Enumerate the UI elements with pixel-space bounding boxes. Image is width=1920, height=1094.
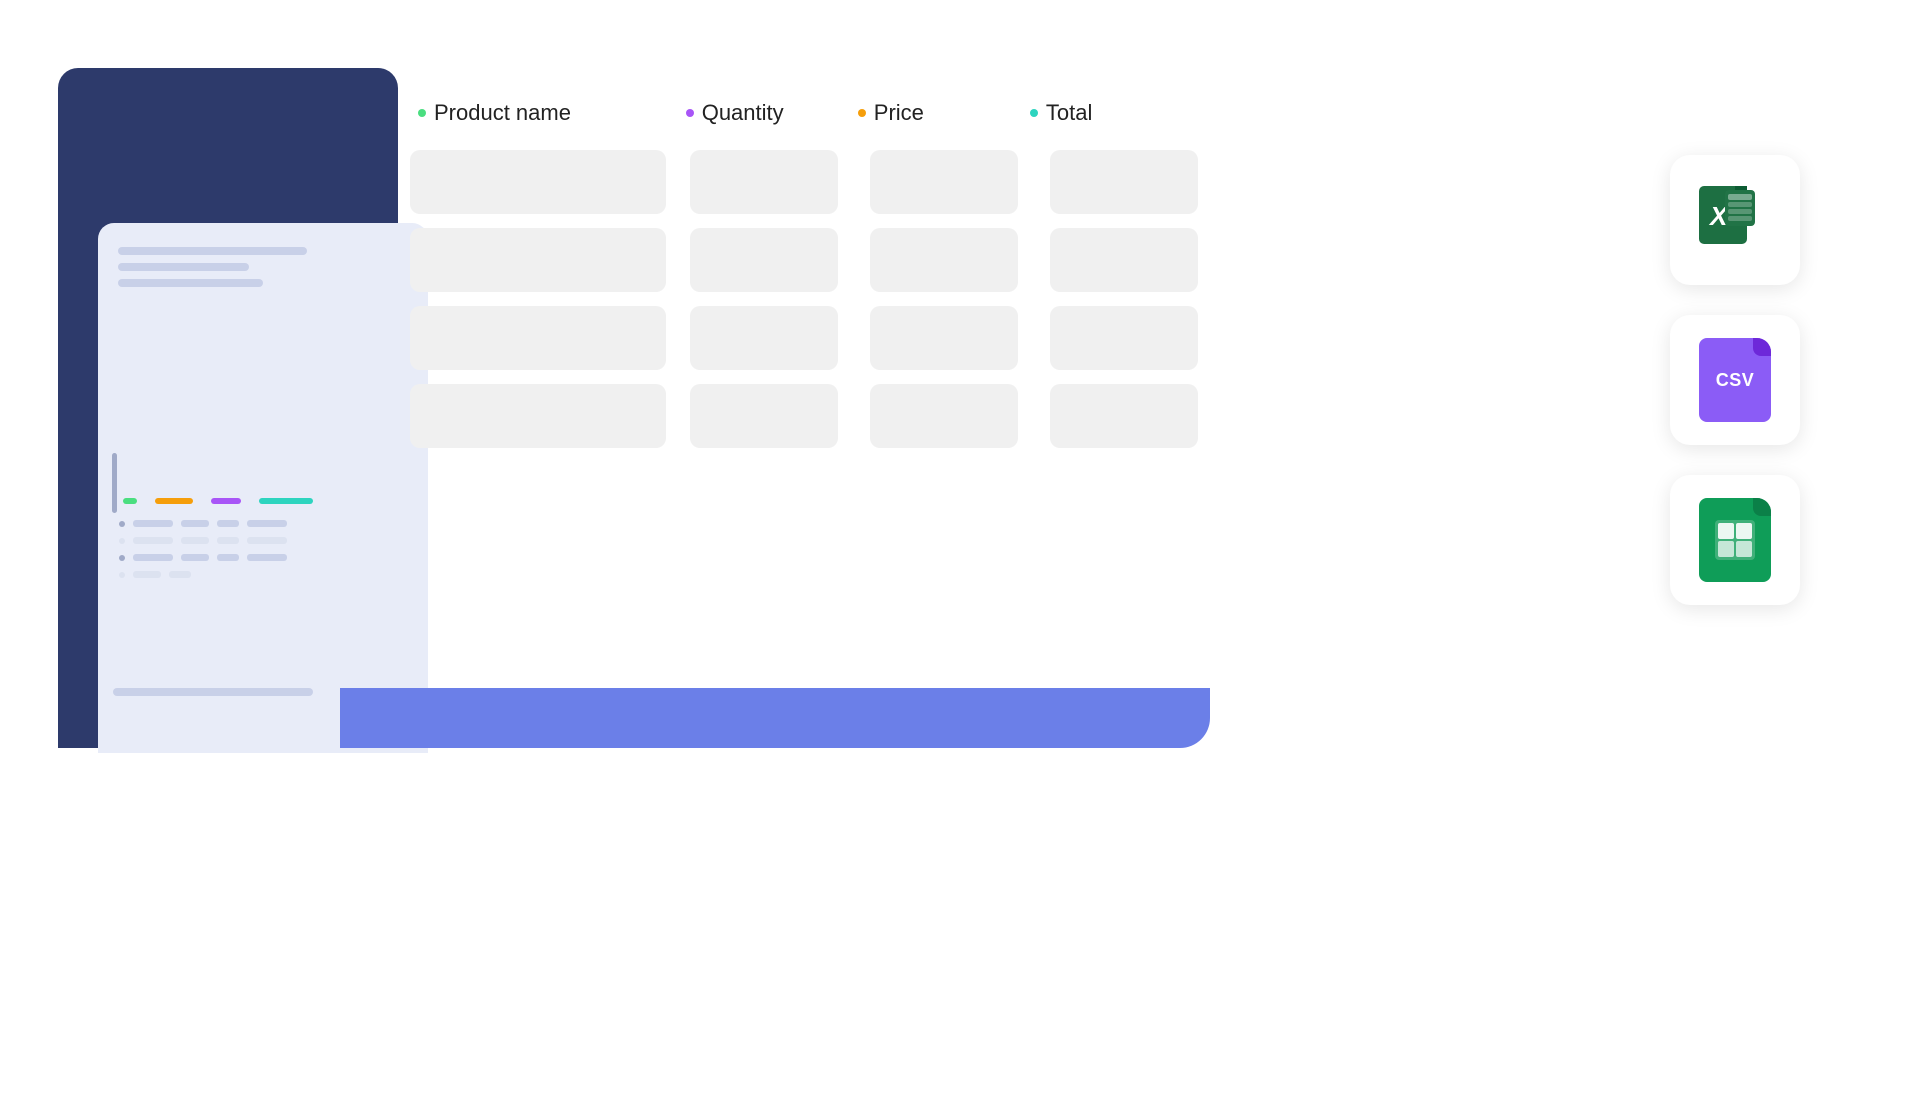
table-cell-total bbox=[1050, 150, 1198, 214]
table-cell-product bbox=[410, 228, 666, 292]
mini-row bbox=[119, 554, 402, 561]
color-bars-row bbox=[113, 498, 408, 504]
mini-row bbox=[119, 537, 402, 544]
mini-dot bbox=[119, 521, 125, 527]
table-cell-quantity bbox=[690, 384, 838, 448]
mini-cell bbox=[217, 554, 239, 561]
sheets-grid bbox=[1715, 520, 1755, 560]
column-label-total: Total bbox=[1046, 100, 1092, 126]
table-cell-quantity bbox=[690, 306, 838, 370]
mini-cell bbox=[181, 537, 209, 544]
table-cell-product bbox=[410, 384, 666, 448]
skeleton-line bbox=[118, 247, 307, 255]
mini-cell bbox=[169, 571, 191, 578]
mini-cell bbox=[181, 554, 209, 561]
mini-cell bbox=[133, 537, 173, 544]
grid-cell bbox=[1736, 523, 1752, 539]
mini-dot bbox=[119, 555, 125, 561]
table-row bbox=[410, 150, 1210, 214]
sheets-icon bbox=[1699, 498, 1771, 582]
mini-dot bbox=[119, 572, 125, 578]
skeleton-line bbox=[118, 279, 263, 287]
color-bar-green bbox=[123, 498, 137, 504]
light-panel-shape bbox=[98, 223, 428, 753]
header-dot-teal bbox=[1030, 109, 1038, 117]
table-cell-price bbox=[870, 228, 1018, 292]
mini-cell bbox=[133, 520, 173, 527]
excel-icon: X bbox=[1695, 180, 1775, 260]
table-body bbox=[410, 150, 1210, 448]
mini-cell bbox=[181, 520, 209, 527]
table-headers: Product name Quantity Price Total bbox=[410, 100, 1210, 126]
mini-cell bbox=[133, 571, 161, 578]
blue-accent-bar bbox=[340, 688, 1210, 748]
column-label-quantity: Quantity bbox=[702, 100, 784, 126]
grid-cell bbox=[1736, 541, 1752, 557]
csv-icon-text: CSV bbox=[1716, 370, 1755, 391]
mini-cell bbox=[247, 554, 287, 561]
skeleton-line bbox=[118, 263, 249, 271]
grid-cell bbox=[1718, 523, 1734, 539]
table-cell-quantity bbox=[690, 150, 838, 214]
mini-cell bbox=[133, 554, 173, 561]
table-cell-quantity bbox=[690, 228, 838, 292]
color-bar-purple bbox=[211, 498, 241, 504]
file-format-icons-panel: X CSV bbox=[1670, 155, 1800, 605]
color-bar-teal bbox=[259, 498, 313, 504]
side-accent-bar bbox=[112, 453, 117, 513]
color-bar-orange bbox=[155, 498, 193, 504]
table-cell-price bbox=[870, 306, 1018, 370]
csv-icon-card[interactable]: CSV bbox=[1670, 315, 1800, 445]
column-label-price: Price bbox=[874, 100, 924, 126]
mini-dot bbox=[119, 538, 125, 544]
table-cell-total bbox=[1050, 384, 1198, 448]
table-cell-price bbox=[870, 150, 1018, 214]
bottom-skeleton-bar bbox=[113, 688, 313, 696]
table-row bbox=[410, 228, 1210, 292]
sheets-icon-card[interactable] bbox=[1670, 475, 1800, 605]
table-cell-product bbox=[410, 306, 666, 370]
column-header-total: Total bbox=[1030, 100, 1202, 126]
csv-icon: CSV bbox=[1699, 338, 1771, 422]
mini-cell bbox=[247, 520, 287, 527]
table-cell-product bbox=[410, 150, 666, 214]
mini-row bbox=[119, 520, 402, 527]
grid-cell bbox=[1718, 541, 1734, 557]
mini-cell bbox=[247, 537, 287, 544]
column-header-price: Price bbox=[858, 100, 1030, 126]
table-cell-total bbox=[1050, 306, 1198, 370]
table-cell-total bbox=[1050, 228, 1198, 292]
table-cell-price bbox=[870, 384, 1018, 448]
column-label-product: Product name bbox=[434, 100, 571, 126]
column-header-quantity: Quantity bbox=[686, 100, 858, 126]
header-dot-purple bbox=[686, 109, 694, 117]
header-dot-green bbox=[418, 109, 426, 117]
mini-table-skeleton bbox=[113, 520, 408, 588]
header-dot-orange bbox=[858, 109, 866, 117]
mini-cell bbox=[217, 520, 239, 527]
mini-cell bbox=[217, 537, 239, 544]
main-table-area: Product name Quantity Price Total bbox=[410, 100, 1210, 448]
column-header-product: Product name bbox=[418, 100, 686, 126]
skeleton-lines bbox=[98, 223, 428, 287]
left-illustration bbox=[58, 68, 418, 768]
table-row bbox=[410, 384, 1210, 448]
mini-row bbox=[119, 571, 402, 578]
excel-icon-card[interactable]: X bbox=[1670, 155, 1800, 285]
table-row bbox=[410, 306, 1210, 370]
